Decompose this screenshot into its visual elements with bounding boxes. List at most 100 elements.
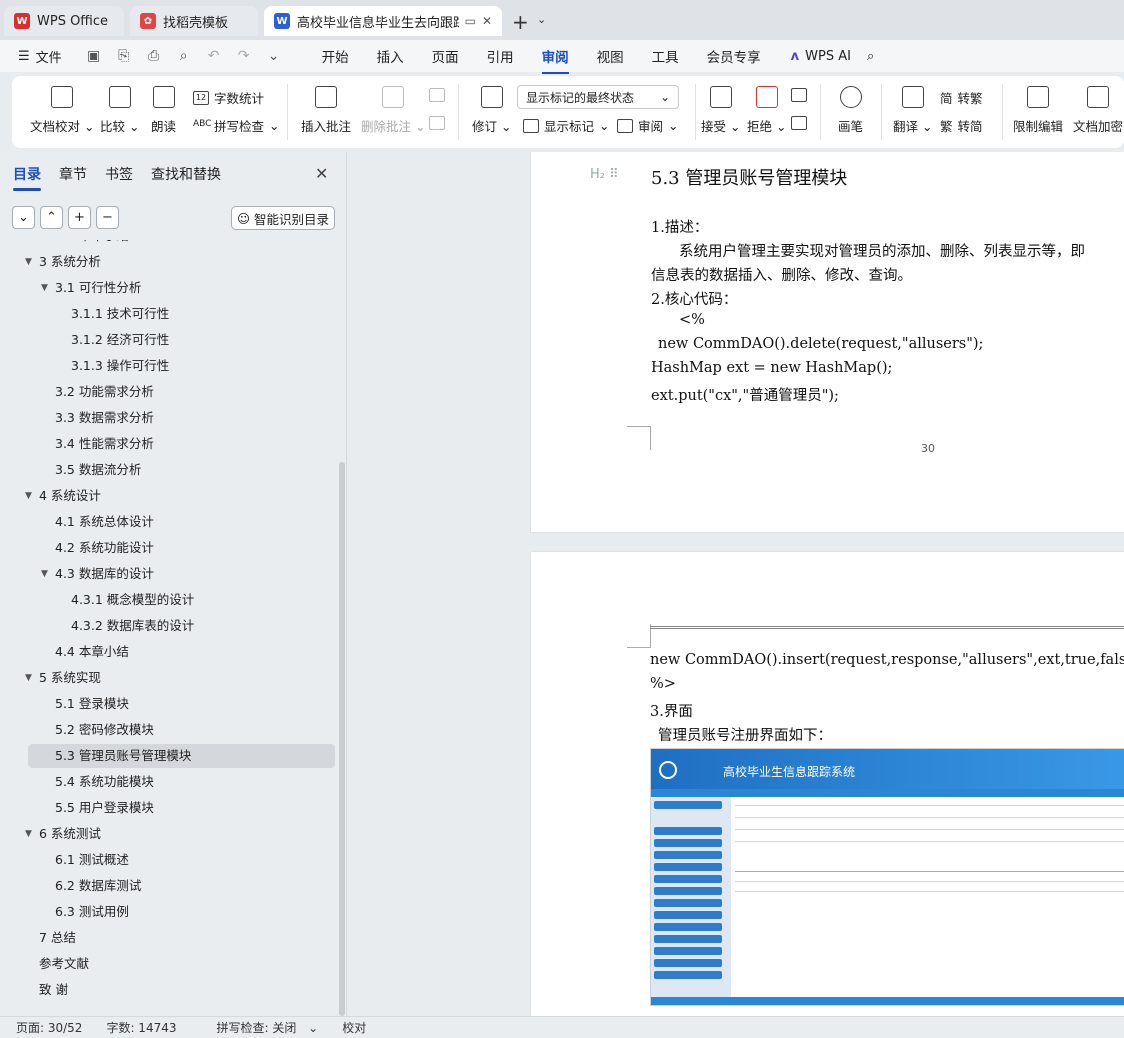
menu-review[interactable]: 审阅: [528, 46, 583, 74]
word-count-button[interactable]: 12 字数统计: [193, 88, 264, 107]
revise-button[interactable]: 修订 ⌄: [472, 86, 511, 135]
spell-check-status[interactable]: 拼写检查: 关闭 ⌄: [201, 1019, 319, 1036]
toc-scrollbar[interactable]: [339, 462, 345, 1016]
tab-find-replace[interactable]: 查找和替换: [151, 164, 221, 184]
toc-item[interactable]: 4.2 系统功能设计: [0, 536, 340, 560]
new-tab-button[interactable]: +: [512, 10, 529, 34]
toc-item[interactable]: 6.3 测试用例: [0, 900, 340, 924]
menu-member[interactable]: 会员专享: [693, 46, 775, 66]
toc-item[interactable]: 4.1 系统总体设计: [0, 510, 340, 534]
toc-item[interactable]: 3.4 性能需求分析: [0, 432, 340, 456]
wps-ai-button[interactable]: ʌ WPS AI ⌕: [791, 49, 875, 64]
toc-item[interactable]: 4.4 本章小结: [0, 640, 340, 664]
expand-arrow-icon[interactable]: ▼: [25, 822, 32, 846]
toc-item[interactable]: 4.3.1 概念模型的设计: [0, 588, 340, 612]
toc-item[interactable]: ▼ 3.1 可行性分析: [0, 276, 340, 300]
toc-item[interactable]: 3.5 数据流分析: [0, 458, 340, 482]
to-traditional-button[interactable]: 简 转繁: [940, 88, 983, 107]
toc-item[interactable]: 2.5 本章小结: [0, 240, 340, 248]
undo-icon[interactable]: ↶: [206, 48, 222, 64]
chevron-down-icon[interactable]: ⌄: [537, 13, 546, 26]
doc-check-button[interactable]: 文档校对 ⌄: [30, 86, 94, 135]
delete-comment-button[interactable]: 删除批注 ⌄: [361, 86, 425, 135]
more-icon[interactable]: ⌄: [266, 48, 282, 64]
toc-item[interactable]: ▼ 4 系统设计: [0, 484, 340, 508]
prev-comment-button[interactable]: [429, 88, 445, 102]
to-simplified-button[interactable]: 繁 转简: [940, 116, 983, 135]
toc-item[interactable]: 3.1.3 操作可行性: [0, 354, 340, 378]
pen-button[interactable]: 画笔: [838, 86, 863, 135]
show-markup-button[interactable]: 显示标记 ⌄: [523, 116, 610, 135]
toc-item[interactable]: 5.1 登录模块: [0, 692, 340, 716]
search-icon[interactable]: ⌕: [867, 49, 874, 64]
tab-document[interactable]: W 高校毕业信息毕业生去向跟踪系 ▭ ✕: [264, 6, 502, 36]
page-indicator[interactable]: 页面: 30/52: [16, 1019, 82, 1036]
toc-item[interactable]: 5.2 密码修改模块: [0, 718, 340, 742]
next-comment-button[interactable]: [429, 116, 445, 130]
translate-button[interactable]: 翻译 ⌄: [893, 86, 932, 135]
collapse-all-button[interactable]: ⌄: [12, 206, 35, 229]
close-icon[interactable]: ✕: [315, 164, 328, 183]
toc-item[interactable]: 4.3.2 数据库表的设计: [0, 614, 340, 638]
menu-start[interactable]: 开始: [308, 46, 363, 66]
menu-reference[interactable]: 引用: [473, 46, 528, 66]
add-toc-button[interactable]: +: [68, 206, 91, 229]
tab-chapters[interactable]: 章节: [59, 164, 87, 184]
remove-toc-button[interactable]: −: [96, 206, 119, 229]
tab-wps-office[interactable]: W WPS Office: [4, 6, 124, 36]
save-icon[interactable]: ▣: [86, 48, 102, 64]
spell-check-button[interactable]: ABC 拼写检查 ⌄: [193, 116, 280, 135]
reject-button[interactable]: 拒绝 ⌄: [747, 86, 786, 135]
redo-icon[interactable]: ↷: [236, 48, 252, 64]
expand-arrow-icon[interactable]: ▼: [41, 562, 48, 586]
interface-screenshot[interactable]: 高校毕业生信息跟踪系统: [650, 748, 1124, 1006]
menu-tools[interactable]: 工具: [638, 46, 693, 66]
export-icon[interactable]: ⎘: [116, 48, 132, 64]
expand-arrow-icon[interactable]: ▼: [25, 484, 32, 508]
toc-item[interactable]: 6.1 测试概述: [0, 848, 340, 872]
print-preview-icon[interactable]: ⌕: [176, 48, 192, 64]
toc-item[interactable]: 7 总结: [0, 926, 340, 950]
encrypt-button[interactable]: 文档加密: [1073, 86, 1123, 135]
tab-bookmarks[interactable]: 书签: [105, 164, 133, 184]
monitor-icon[interactable]: ▭: [465, 14, 476, 28]
toc-item[interactable]: ▼ 4.3 数据库的设计: [0, 562, 340, 586]
expand-arrow-icon[interactable]: ▼: [25, 666, 32, 690]
read-aloud-button[interactable]: 朗读: [151, 86, 176, 135]
compare-button[interactable]: 比较 ⌄: [100, 86, 139, 135]
expand-arrow-icon[interactable]: ▼: [25, 250, 32, 274]
prev-change-button[interactable]: [791, 88, 807, 102]
insert-comment-button[interactable]: 插入批注: [301, 86, 351, 135]
tab-docer[interactable]: ✿ 找稻壳模板: [130, 6, 258, 36]
file-menu[interactable]: ☰ 文件: [18, 47, 62, 66]
toc-item[interactable]: 3.3 数据需求分析: [0, 406, 340, 430]
menu-insert[interactable]: 插入: [363, 46, 418, 66]
word-count[interactable]: 字数: 14743: [106, 1019, 176, 1036]
menu-page[interactable]: 页面: [418, 46, 473, 66]
toc-item[interactable]: 5.4 系统功能模块: [0, 770, 340, 794]
toc-item[interactable]: 参考文献: [0, 952, 340, 976]
print-icon[interactable]: ⎙: [146, 48, 162, 64]
markup-state-select[interactable]: 显示标记的最终状态 ⌄: [517, 85, 679, 109]
toc-item[interactable]: 6.2 数据库测试: [0, 874, 340, 898]
smart-toc-button[interactable]: ☺ 智能识别目录: [231, 206, 335, 230]
next-change-button[interactable]: [791, 116, 807, 130]
toc-item[interactable]: ▼ 6 系统测试: [0, 822, 340, 846]
toc-item[interactable]: 5.3 管理员账号管理模块: [0, 744, 340, 768]
toc-item[interactable]: 5.5 用户登录模块: [0, 796, 340, 820]
toc-item[interactable]: 3.1.2 经济可行性: [0, 328, 340, 352]
proofread-button[interactable]: 校对: [342, 1019, 366, 1036]
heading-level-icon[interactable]: H₂ ⠿: [590, 167, 619, 182]
tab-toc[interactable]: 目录: [13, 164, 41, 191]
expand-arrow-icon[interactable]: ▼: [41, 276, 48, 300]
review-pane-button[interactable]: 审阅 ⌄: [617, 116, 679, 135]
toc-item[interactable]: ▼ 5 系统实现: [0, 666, 340, 690]
toc-item[interactable]: 3.1.1 技术可行性: [0, 302, 340, 326]
restrict-edit-button[interactable]: 限制编辑: [1013, 86, 1063, 135]
menu-view[interactable]: 视图: [583, 46, 638, 66]
toc-item[interactable]: 3.2 功能需求分析: [0, 380, 340, 404]
expand-up-button[interactable]: ⌃: [40, 206, 63, 229]
toc-item[interactable]: ▼ 3 系统分析: [0, 250, 340, 274]
toc-item[interactable]: 致 谢: [0, 978, 340, 1002]
close-icon[interactable]: ✕: [482, 14, 492, 28]
